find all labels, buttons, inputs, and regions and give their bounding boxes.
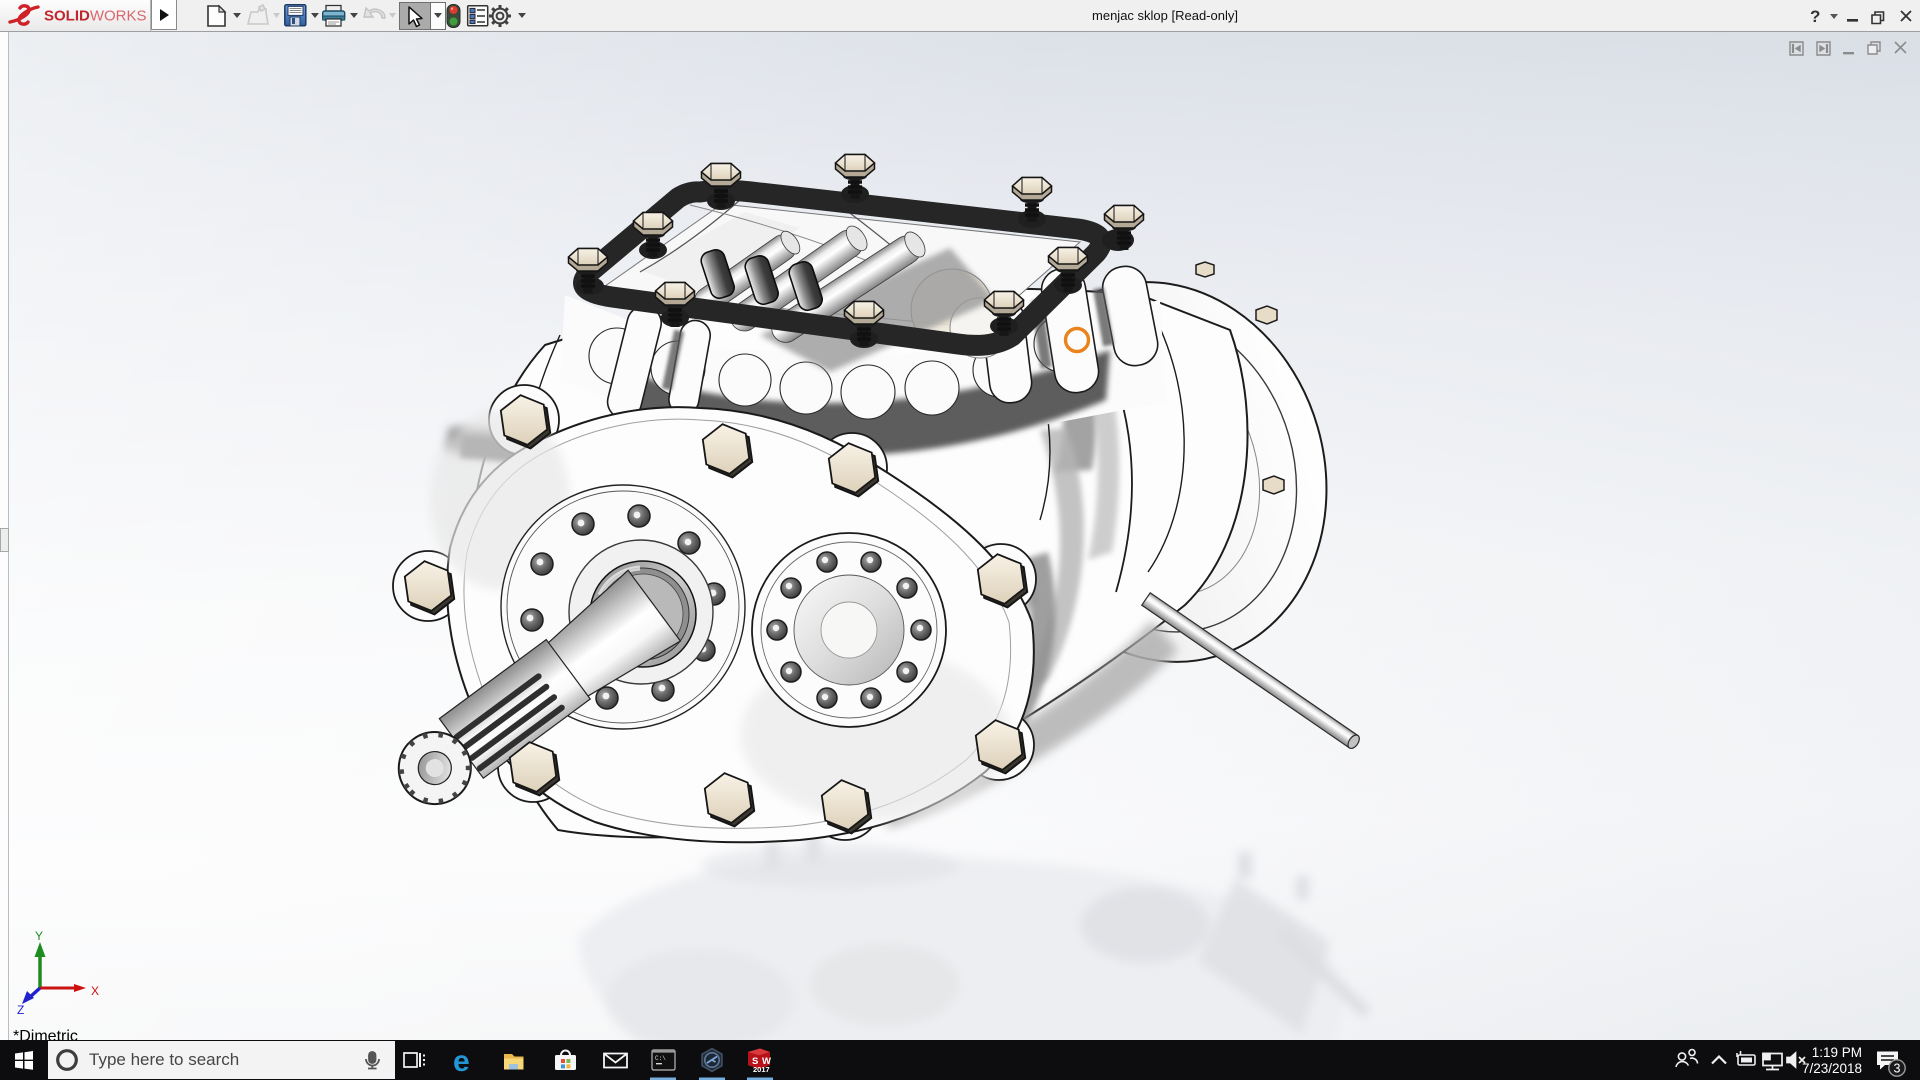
svg-text:e: e: [453, 1045, 470, 1078]
svg-text:Z: Z: [17, 1003, 24, 1017]
svg-text:?: ?: [1810, 7, 1820, 26]
svg-text:7/23/2018: 7/23/2018: [1802, 1061, 1862, 1076]
svg-text:C:\: C:\: [655, 1055, 666, 1062]
svg-text:X: X: [91, 984, 99, 998]
svg-text:SOLIDWORKS: SOLIDWORKS: [44, 7, 147, 24]
svg-text:3: 3: [1894, 1062, 1901, 1076]
svg-text:Y: Y: [35, 929, 43, 943]
svg-text:2017: 2017: [753, 1065, 770, 1074]
svg-text:1:19 PM: 1:19 PM: [1812, 1045, 1862, 1060]
